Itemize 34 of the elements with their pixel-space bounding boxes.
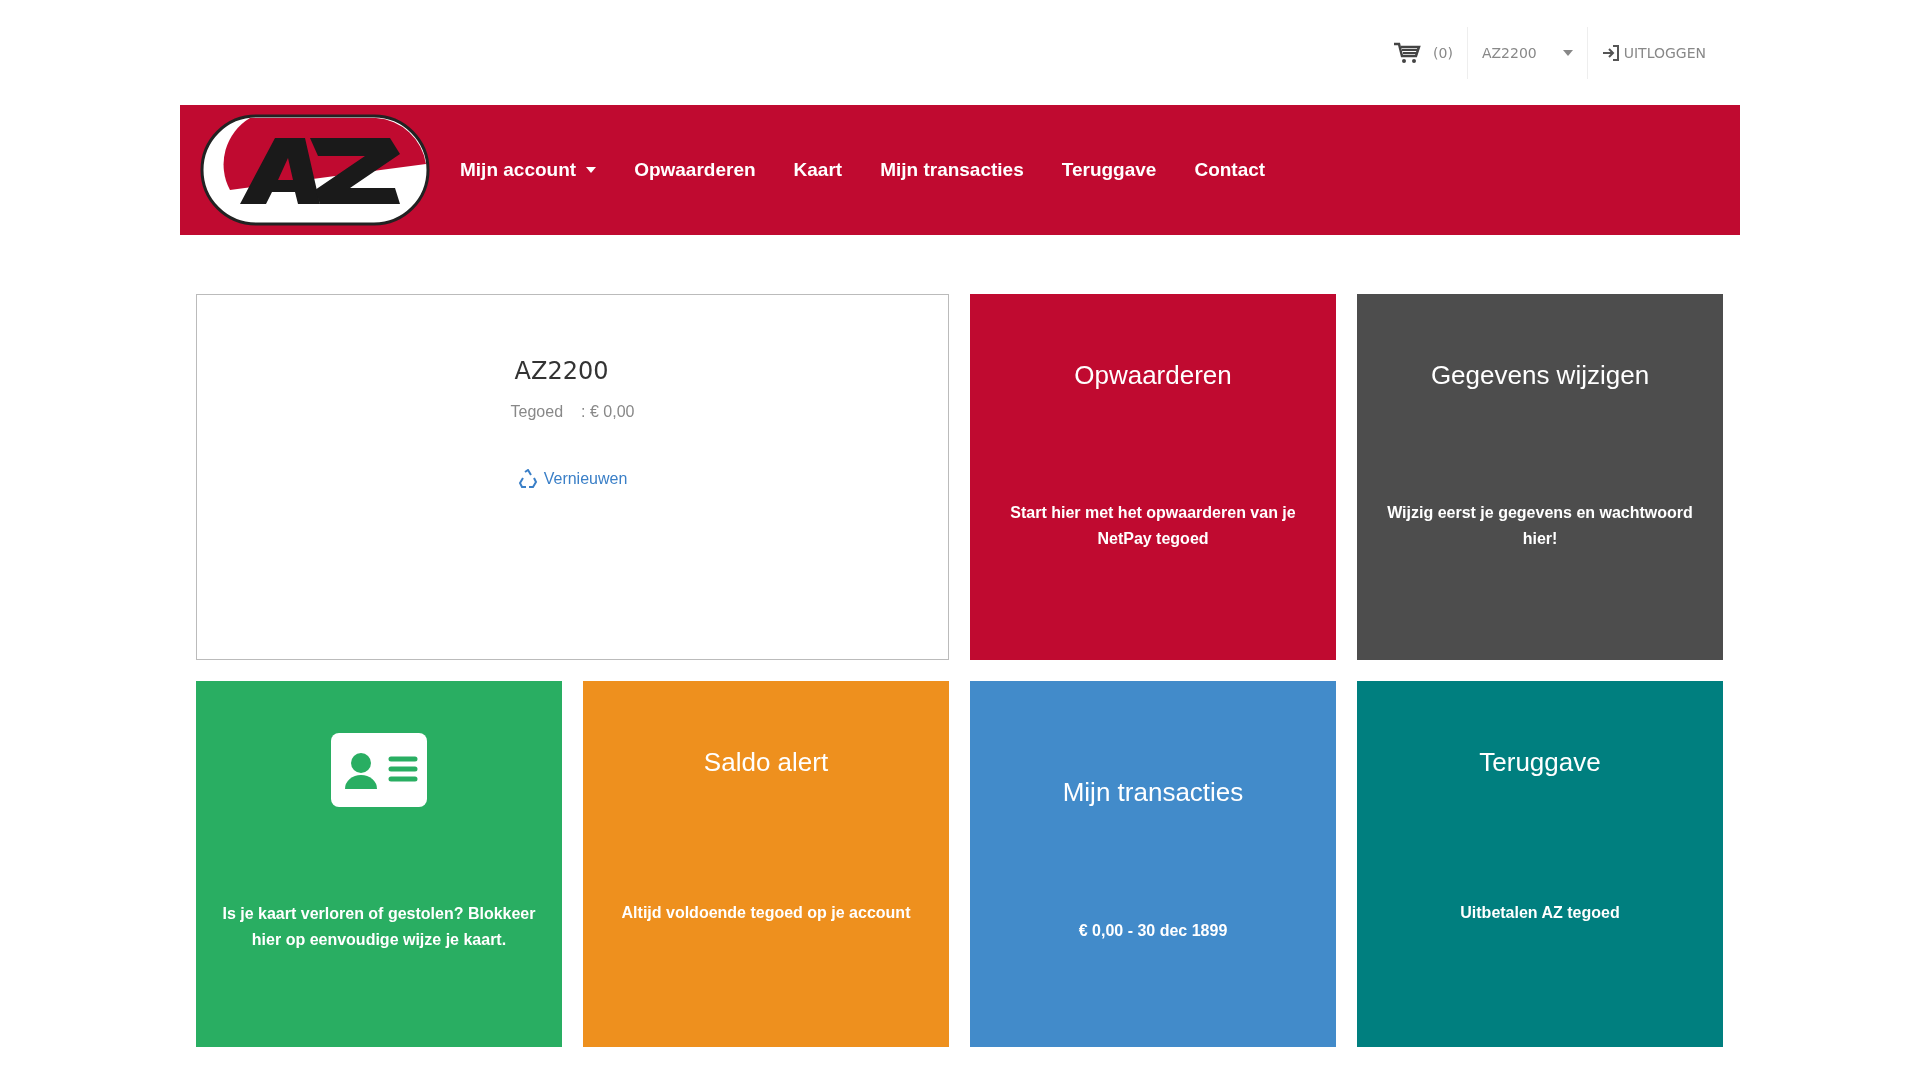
tile-title: Gegevens wijzigen	[1430, 360, 1650, 391]
nav-link[interactable]: Mijn account	[460, 159, 597, 181]
refresh-link[interactable]: Vernieuwen	[517, 469, 628, 489]
caret-icon	[1562, 49, 1573, 56]
cart-icon[interactable]	[1393, 41, 1422, 64]
tile[interactable]: Gegevens wijzigen Wijzig eerst je gegevens en wachtwoord hier!	[1357, 294, 1723, 660]
tile-title: Mijn transacties	[1062, 777, 1244, 808]
cart-count: (0)	[1433, 44, 1453, 61]
tile-text: Start hier met het opwaarderen van je NetPay tegoed	[1009, 502, 1297, 549]
tile-text: Uitbetalen AZ tegoed	[1460, 902, 1620, 923]
tile-title: Saldo alert	[703, 747, 829, 778]
caret-icon	[586, 167, 597, 173]
nav-link[interactable]: Teruggave	[1061, 159, 1157, 181]
balance-label: Tegoed	[510, 403, 564, 421]
user-dropdown[interactable]: AZ2200	[1481, 44, 1573, 61]
nav-link[interactable]: Kaart	[793, 159, 843, 181]
nav-link[interactable]: Mijn transacties	[880, 159, 1024, 181]
tile-text: Altijd voldoende tegoed op je account	[621, 902, 911, 923]
tile[interactable]: Teruggave Uitbetalen AZ tegoed	[1357, 681, 1723, 1047]
account-name: AZ2200	[514, 357, 609, 385]
balance-value: : € 0,00	[581, 403, 635, 421]
nav-link[interactable]: Opwaarderen	[634, 159, 756, 181]
tile[interactable]: Mijn transacties € 0,00 - 30 dec 1899	[970, 681, 1336, 1047]
tile[interactable]: Opwaarderen Start hier met het opwaarderen van je NetPay tegoed	[970, 294, 1336, 660]
tile-text: Wijzig eerst je gegevens en wachtwoord hier!	[1387, 502, 1693, 549]
recycle-icon	[517, 469, 538, 489]
tile-title: Opwaarderen	[1074, 360, 1232, 391]
id-card-icon	[331, 733, 427, 807]
tile-text: Is je kaart verloren of gestolen? Blokkeer hier op eenvoudige wijze je kaart.	[221, 904, 537, 950]
logout-icon	[1601, 44, 1620, 61]
tile-title: Teruggave	[1479, 747, 1601, 778]
tile-text: € 0,00 - 30 dec 1899	[1078, 921, 1228, 941]
logout-link[interactable]: UITLOGGEN	[1601, 44, 1706, 61]
nav-link[interactable]: Contact	[1194, 159, 1266, 181]
